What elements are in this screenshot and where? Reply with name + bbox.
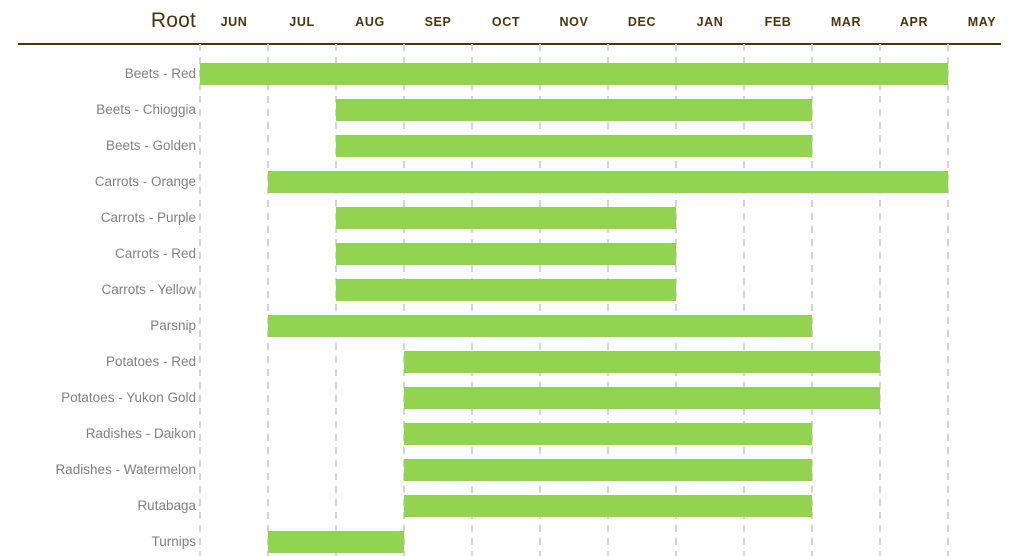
month-label-sep: SEP (424, 15, 452, 29)
availability-bar (268, 315, 812, 337)
availability-bar (404, 423, 812, 445)
seasonal-availability-chart: Root JUN JUL AUG SEP OCT NOV DEC JAN FEB MAR APR MA… (0, 0, 1019, 556)
row-label: Rutabaga (137, 498, 196, 513)
availability-bar (404, 351, 880, 373)
row-label: Beets - Red (124, 66, 196, 81)
row-label: Radishes - Daikon (85, 426, 196, 441)
gridline-apr (879, 44, 881, 556)
month-label-nov: NOV (559, 15, 589, 29)
row-label: Carrots - Yellow (101, 282, 196, 297)
availability-bar (336, 135, 812, 157)
row-label: Carrots - Red (114, 246, 196, 261)
availability-bar (336, 243, 676, 265)
row-label: Radishes - Watermelon (55, 462, 196, 477)
month-label-oct: OCT (491, 15, 521, 29)
availability-bar (268, 171, 948, 193)
availability-bar (200, 63, 948, 85)
availability-bar (404, 495, 812, 517)
month-label-may: MAY (967, 15, 997, 29)
row-label: Potatoes - Yukon Gold (61, 390, 196, 405)
month-label-apr: APR (899, 15, 929, 29)
availability-bar (404, 459, 812, 481)
row-label: Beets - Chioggia (96, 102, 196, 117)
row-label: Turnips (151, 534, 196, 549)
row-label: Carrots - Orange (94, 174, 196, 189)
plot-area: Beets - Red Beets - Chioggia Beets - Golde… (0, 44, 1019, 556)
availability-bar (404, 387, 880, 409)
gridline-may (947, 44, 949, 556)
row-label: Beets - Golden (105, 138, 196, 153)
row-label: Carrots - Purple (100, 210, 196, 225)
gridline-jun (199, 44, 201, 556)
page-title: Root (150, 9, 196, 32)
month-label-dec: DEC (627, 15, 657, 29)
month-label-feb: FEB (764, 15, 792, 29)
month-label-jan: JAN (696, 15, 724, 29)
row-label: Potatoes - Red (105, 354, 196, 369)
month-label-aug: AUG (355, 15, 385, 29)
gridline-jul (267, 44, 269, 556)
month-label-mar: MAR (830, 15, 862, 29)
month-label-jun: JUN (220, 15, 248, 29)
availability-bar (336, 279, 676, 301)
availability-bar (336, 207, 676, 229)
availability-bar (268, 531, 404, 553)
chart-header: Root JUN JUL AUG SEP OCT NOV DEC JAN FEB MAR APR MA… (0, 0, 1019, 45)
availability-bar (336, 99, 812, 121)
row-label: Parsnip (150, 318, 196, 333)
month-label-jul: JUL (289, 15, 315, 29)
